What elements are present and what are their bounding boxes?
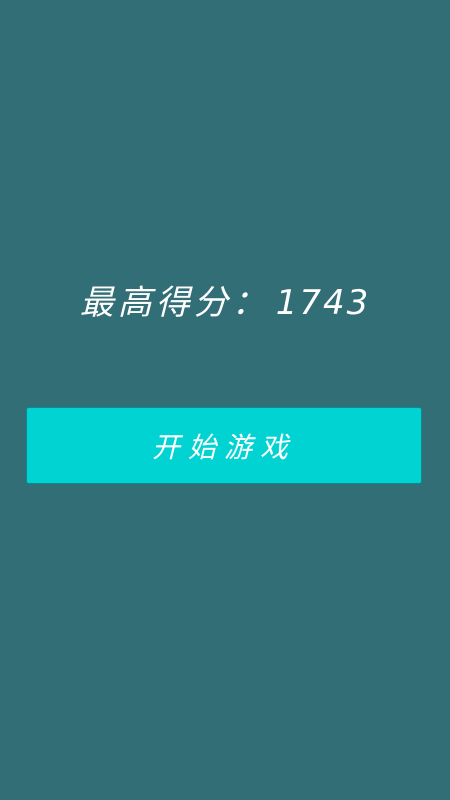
high-score-value: 1743 xyxy=(275,283,371,323)
game-start-screen: 最高得分： 1743 开始游戏 xyxy=(0,0,450,800)
high-score-label: 最高得分： xyxy=(79,283,270,323)
high-score-display: 最高得分： 1743 xyxy=(0,280,450,326)
start-game-label: 开始游戏 xyxy=(151,430,296,464)
start-game-button[interactable]: 开始游戏 xyxy=(26,407,422,484)
